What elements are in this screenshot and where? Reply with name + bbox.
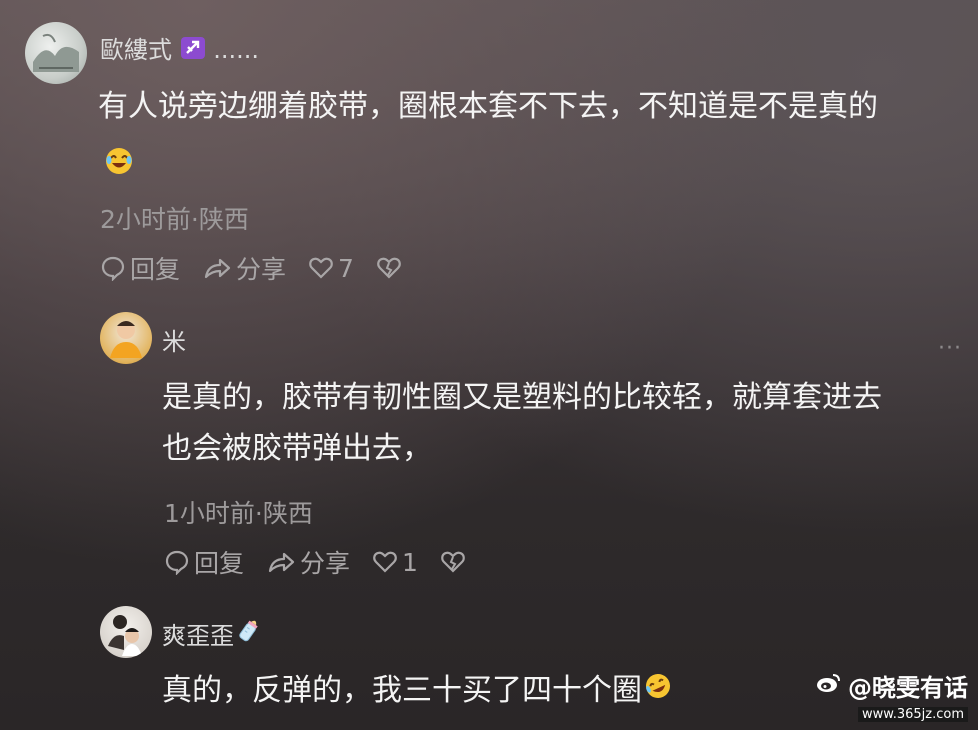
baby-bottle-icon bbox=[236, 615, 262, 651]
watermark-url: www.365jz.com bbox=[858, 707, 968, 722]
comment-text-line2: 也会被胶带弹出去， bbox=[162, 431, 432, 466]
share-button[interactable]: 分享 bbox=[202, 250, 286, 286]
share-label: 分享 bbox=[300, 549, 351, 578]
weibo-logo-icon bbox=[816, 672, 842, 700]
watermark: @晓雯有话 www.365jz.com bbox=[816, 668, 968, 722]
like-count: 1 bbox=[402, 547, 418, 577]
reply-label: 回复 bbox=[194, 549, 245, 578]
rofl-emoji-icon bbox=[644, 668, 672, 714]
laughing-emoji-icon bbox=[104, 146, 134, 180]
reply-button[interactable]: 回复 bbox=[100, 250, 180, 286]
dislike-button[interactable] bbox=[440, 544, 466, 580]
share-icon bbox=[266, 549, 296, 575]
comment-text-line1: 是真的，胶带有韧性圈又是塑料的比较轻，就算套进去 bbox=[162, 380, 882, 415]
comment-username-row: 歐縷式 ...... bbox=[100, 30, 259, 66]
watermark-main: @晓雯有话 bbox=[816, 668, 968, 703]
share-button[interactable]: 分享 bbox=[266, 544, 350, 580]
comment-actions: 回复 分享 7 bbox=[100, 250, 402, 286]
reply-button[interactable]: 回复 bbox=[164, 544, 244, 580]
more-icon[interactable]: ··· bbox=[938, 336, 962, 361]
dislike-button[interactable] bbox=[376, 250, 402, 286]
username[interactable]: 米 bbox=[162, 322, 186, 357]
heart-icon bbox=[308, 256, 334, 280]
avatar[interactable] bbox=[25, 22, 87, 84]
comment-text-row: 真的，反弹的，我三十买了四十个圈 bbox=[162, 668, 672, 714]
comment-meta: 2小时前·陕西 bbox=[100, 205, 249, 234]
share-label: 分享 bbox=[236, 255, 287, 284]
username[interactable]: 歐縷式 bbox=[100, 36, 172, 64]
like-button[interactable]: 7 bbox=[308, 250, 354, 286]
reply-icon bbox=[164, 549, 190, 575]
sagittarius-icon bbox=[180, 36, 206, 66]
username-suffix: ...... bbox=[213, 36, 260, 64]
heart-icon bbox=[372, 550, 398, 574]
like-count: 7 bbox=[338, 253, 354, 283]
dislike-icon bbox=[440, 550, 466, 574]
reply-label: 回复 bbox=[130, 255, 181, 284]
watermark-text: @晓雯有话 bbox=[848, 674, 968, 702]
avatar[interactable] bbox=[100, 606, 152, 658]
dislike-icon bbox=[376, 256, 402, 280]
comment-text: 有人说旁边绷着胶带，圈根本套不下去，不知道是不是真的 bbox=[98, 89, 878, 124]
comment-actions: 回复 分享 1 bbox=[164, 544, 466, 580]
like-button[interactable]: 1 bbox=[372, 544, 418, 580]
share-icon bbox=[202, 255, 232, 281]
comment-meta: 1小时前·陕西 bbox=[164, 499, 313, 528]
comment-text: 真的，反弹的，我三十买了四十个圈 bbox=[162, 673, 642, 708]
username[interactable]: 爽歪歪 bbox=[162, 616, 234, 651]
reply-icon bbox=[100, 255, 126, 281]
avatar[interactable] bbox=[100, 312, 152, 364]
comment-username-row: 爽歪歪 bbox=[162, 615, 262, 651]
